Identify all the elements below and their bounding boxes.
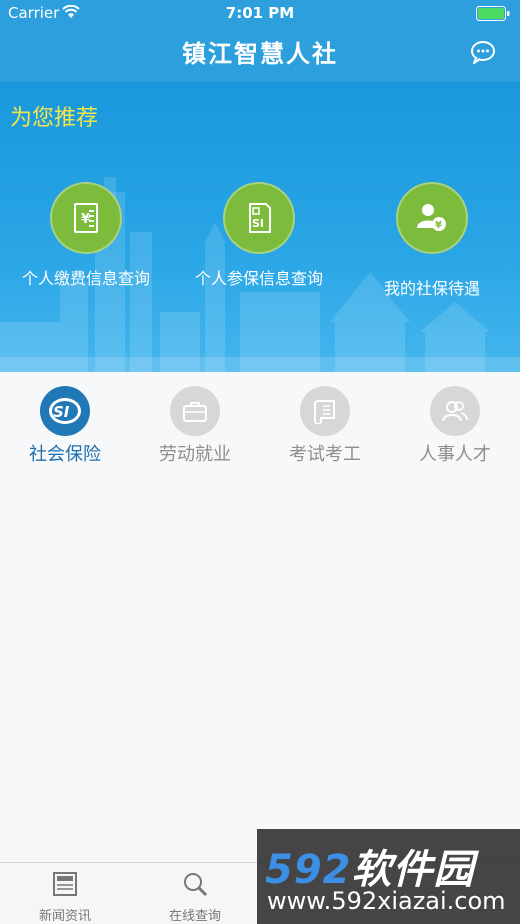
header: Carrier 7:01 PM 镇江智慧人社	[0, 0, 520, 82]
watermark-url: www.592xiazai.com	[267, 887, 506, 915]
category-labor-employment[interactable]: 劳动就业	[130, 386, 260, 466]
category-label: 考试考工	[289, 444, 361, 465]
fee-receipt-icon: ¥	[74, 203, 98, 233]
category-label: 人事人才	[419, 444, 491, 465]
category-tabs: SI 社会保险 劳动就业 考试考工 人事人才	[0, 372, 520, 472]
svg-text:SI: SI	[53, 403, 70, 421]
magnifier-icon	[184, 873, 208, 897]
tab-online-query[interactable]: 在线查询	[130, 871, 260, 924]
user-yuan-icon: ¥	[417, 204, 446, 231]
feature-label: 我的社保待遇	[383, 279, 480, 298]
feature-fee-query[interactable]: ¥ 个人缴费信息查询	[1, 182, 171, 289]
tab-news[interactable]: 新闻资讯	[0, 871, 130, 924]
message-icon[interactable]	[470, 40, 496, 64]
recommend-banner: 为您推荐 ¥ 个人缴费信息查询 SI 个人参保信息查询 ¥ 我的社保待遇	[0, 82, 520, 372]
feature-label: 个人缴费信息查询	[21, 269, 150, 288]
feature-label: 个人参保信息查询	[194, 269, 323, 288]
category-social-insurance[interactable]: SI 社会保险	[0, 386, 130, 466]
briefcase-icon	[183, 402, 207, 422]
status-time: 7:01 PM	[225, 4, 295, 22]
feature-insurance-query[interactable]: SI 个人参保信息查询	[174, 182, 344, 289]
people-icon	[442, 401, 468, 422]
newspaper-icon	[53, 872, 77, 896]
feature-my-benefits[interactable]: ¥ 我的社保待遇	[347, 182, 517, 299]
category-personnel-talent[interactable]: 人事人才	[390, 386, 520, 466]
battery-icon	[476, 6, 510, 21]
svg-text:¥: ¥	[81, 212, 90, 227]
tab-label: 在线查询	[168, 909, 221, 924]
category-label: 劳动就业	[159, 444, 231, 465]
si-logo-icon: SI	[49, 398, 81, 424]
si-document-icon: SI	[249, 203, 271, 233]
tab-label: 新闻资讯	[38, 909, 91, 924]
recommend-title: 为您推荐	[10, 106, 99, 131]
watermark-overlay: 592软件园 www.592xiazai.com	[257, 829, 520, 924]
status-bar: Carrier 7:01 PM	[0, 0, 520, 28]
svg-text:¥: ¥	[435, 220, 442, 231]
scroll-icon	[314, 400, 335, 424]
category-label: 社会保险	[29, 444, 101, 465]
category-exams[interactable]: 考试考工	[260, 386, 390, 466]
page-title: 镇江智慧人社	[182, 40, 338, 68]
svg-text:SI: SI	[252, 217, 264, 230]
